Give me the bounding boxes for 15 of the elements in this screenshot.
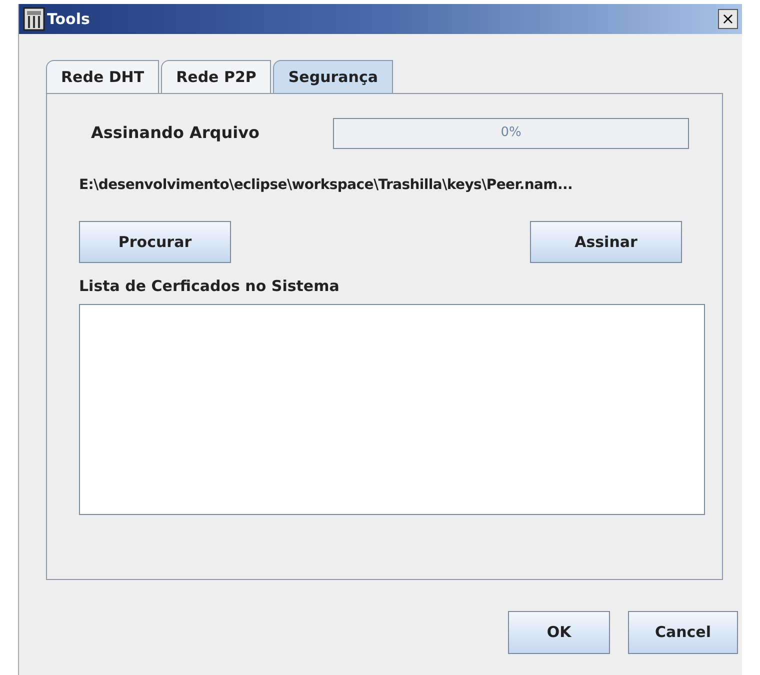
certificate-list[interactable] — [79, 304, 705, 514]
list-label: Lista de Cerficados no Sistema — [79, 276, 340, 297]
file-path: E:\desenvolvimento\eclipse\workspace\Trashilla\keys\Peer.nam... — [79, 176, 574, 195]
browse-button[interactable]: Procurar — [79, 221, 231, 263]
sign-button[interactable]: Assinar — [530, 221, 682, 263]
tab[interactable]: Rede DHT — [46, 60, 160, 93]
trash-can-icon — [23, 7, 45, 31]
close-button[interactable]: × — [718, 9, 738, 29]
progress-label: Assinando Arquivo — [91, 122, 261, 144]
tab[interactable]: Rede P2P — [161, 60, 272, 93]
dialog-button[interactable]: OK — [508, 611, 610, 654]
tab[interactable]: Segurança — [273, 60, 393, 93]
progress-reading: 0% — [500, 124, 522, 142]
dialog-button[interactable]: Cancel — [628, 611, 738, 654]
window-title: Tools — [47, 8, 90, 30]
